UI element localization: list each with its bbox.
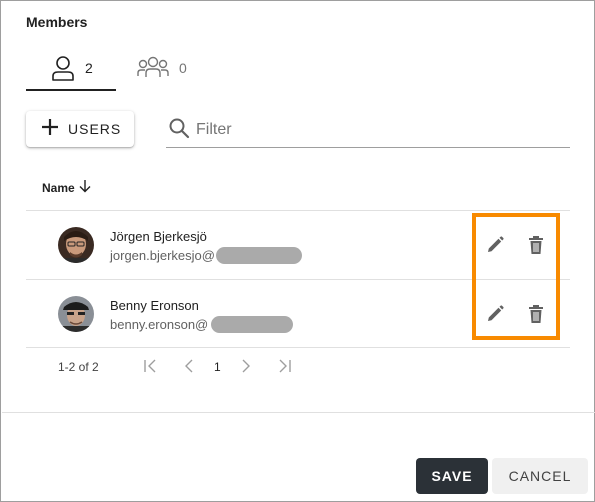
footer-divider	[2, 412, 595, 413]
avatar	[58, 227, 94, 263]
prev-page-icon[interactable]	[181, 358, 197, 377]
first-page-icon[interactable]	[142, 358, 158, 377]
tab-groups-count: 0	[179, 60, 187, 76]
redacted-email	[216, 247, 302, 264]
users-group-icon	[137, 55, 169, 84]
members-dialog: Members 2 0 USERS Filter Name Jörgen Bje…	[0, 0, 595, 502]
add-users-label: USERS	[68, 121, 122, 137]
tab-users[interactable]: 2	[26, 51, 116, 91]
pagination: 1-2 of 2 1	[58, 358, 318, 376]
tab-users-count: 2	[85, 60, 93, 76]
user-email: jorgen.bjerkesjo@	[110, 248, 215, 263]
filter-field	[166, 113, 570, 148]
next-page-icon[interactable]	[238, 358, 254, 377]
save-button[interactable]: SAVE	[416, 458, 488, 494]
arrow-down-icon	[78, 179, 92, 196]
add-users-button[interactable]: USERS	[26, 111, 134, 147]
user-email: benny.eronson@	[110, 317, 209, 332]
filter-input[interactable]	[196, 121, 556, 139]
last-page-icon[interactable]	[277, 358, 293, 377]
user-icon	[51, 55, 75, 86]
plus-icon	[40, 117, 60, 142]
user-name: Benny Eronson	[110, 298, 199, 313]
cancel-button[interactable]: CANCEL	[492, 458, 588, 494]
search-icon	[168, 117, 190, 144]
pagination-range: 1-2 of 2	[58, 360, 99, 374]
actions-highlight-box	[472, 213, 560, 340]
current-page: 1	[214, 360, 221, 374]
avatar	[58, 296, 94, 332]
column-header-name-label: Name	[42, 180, 75, 195]
redacted-email	[211, 316, 293, 333]
column-header-name[interactable]: Name	[42, 179, 92, 196]
user-name: Jörgen Bjerkesjö	[110, 229, 207, 244]
tab-groups[interactable]: 0	[135, 51, 205, 91]
dialog-title: Members	[26, 14, 88, 30]
